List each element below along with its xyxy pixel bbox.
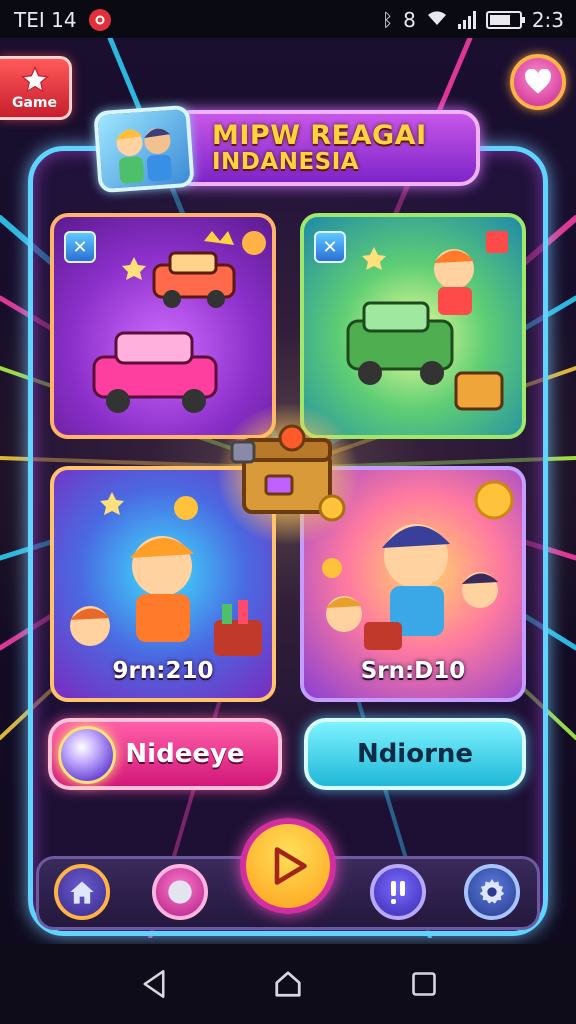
house-icon bbox=[275, 971, 301, 997]
notification-icon bbox=[88, 9, 111, 31]
favorites-button[interactable] bbox=[510, 54, 566, 110]
battery-icon bbox=[485, 11, 525, 29]
back-icon bbox=[143, 970, 165, 998]
back-button[interactable] bbox=[136, 966, 172, 1002]
ndiorne-button[interactable]: Ndiorne bbox=[304, 718, 526, 790]
cars-illustration bbox=[92, 231, 266, 413]
carrier-label: TEI 14 bbox=[14, 8, 77, 32]
recents-button[interactable] bbox=[406, 966, 442, 1002]
wifi-icon bbox=[426, 8, 448, 32]
game-button[interactable]: Game bbox=[0, 56, 72, 120]
title-line-2: INDANESIA bbox=[212, 149, 360, 176]
home-icon bbox=[70, 881, 94, 904]
title-line-1: MIPW REAGAI bbox=[212, 119, 427, 151]
celebration-card-label: Srn:D10 bbox=[360, 658, 466, 684]
treasure-chest[interactable] bbox=[218, 404, 358, 544]
bluetooth-count: 8 bbox=[403, 8, 416, 32]
crystal-orb-icon bbox=[58, 726, 116, 784]
alert-button[interactable] bbox=[370, 864, 426, 920]
home-system-button[interactable] bbox=[270, 966, 306, 1002]
signal-icon bbox=[457, 11, 476, 29]
kids-party-card-label: 9rn:210 bbox=[112, 658, 214, 684]
game-button-label: Game bbox=[11, 95, 58, 111]
kids-illustration bbox=[116, 128, 172, 184]
home-button[interactable] bbox=[54, 864, 110, 920]
alert-icon bbox=[391, 881, 405, 904]
square-icon bbox=[412, 972, 436, 996]
settings-icon bbox=[479, 879, 505, 904]
title-banner: MIPW REAGAI INDANESIA bbox=[170, 110, 480, 186]
record-icon bbox=[168, 880, 192, 904]
clock: 2:3 bbox=[531, 8, 564, 32]
settings-button[interactable] bbox=[464, 864, 520, 920]
chest-icon bbox=[230, 424, 346, 522]
heart-icon bbox=[525, 69, 551, 94]
play-button[interactable] bbox=[240, 818, 336, 914]
truck-illustration bbox=[346, 231, 508, 411]
bluetooth-icon: ᛒ bbox=[382, 9, 394, 31]
nideeye-button-label: Nideeye bbox=[125, 739, 245, 769]
record-button[interactable] bbox=[152, 864, 208, 920]
play-icon bbox=[274, 847, 307, 885]
ndiorne-button-label: Ndiorne bbox=[356, 739, 474, 769]
status-bar: TEI 14 ᛒ 8 2:3 bbox=[0, 0, 576, 38]
battery-level bbox=[489, 15, 510, 25]
kids-avatar-card bbox=[93, 104, 195, 194]
game-screen: TEI 14 ᛒ 8 2:3 Game MIPW REAGAI INDANESI… bbox=[0, 0, 576, 1024]
star-icon bbox=[20, 65, 49, 93]
